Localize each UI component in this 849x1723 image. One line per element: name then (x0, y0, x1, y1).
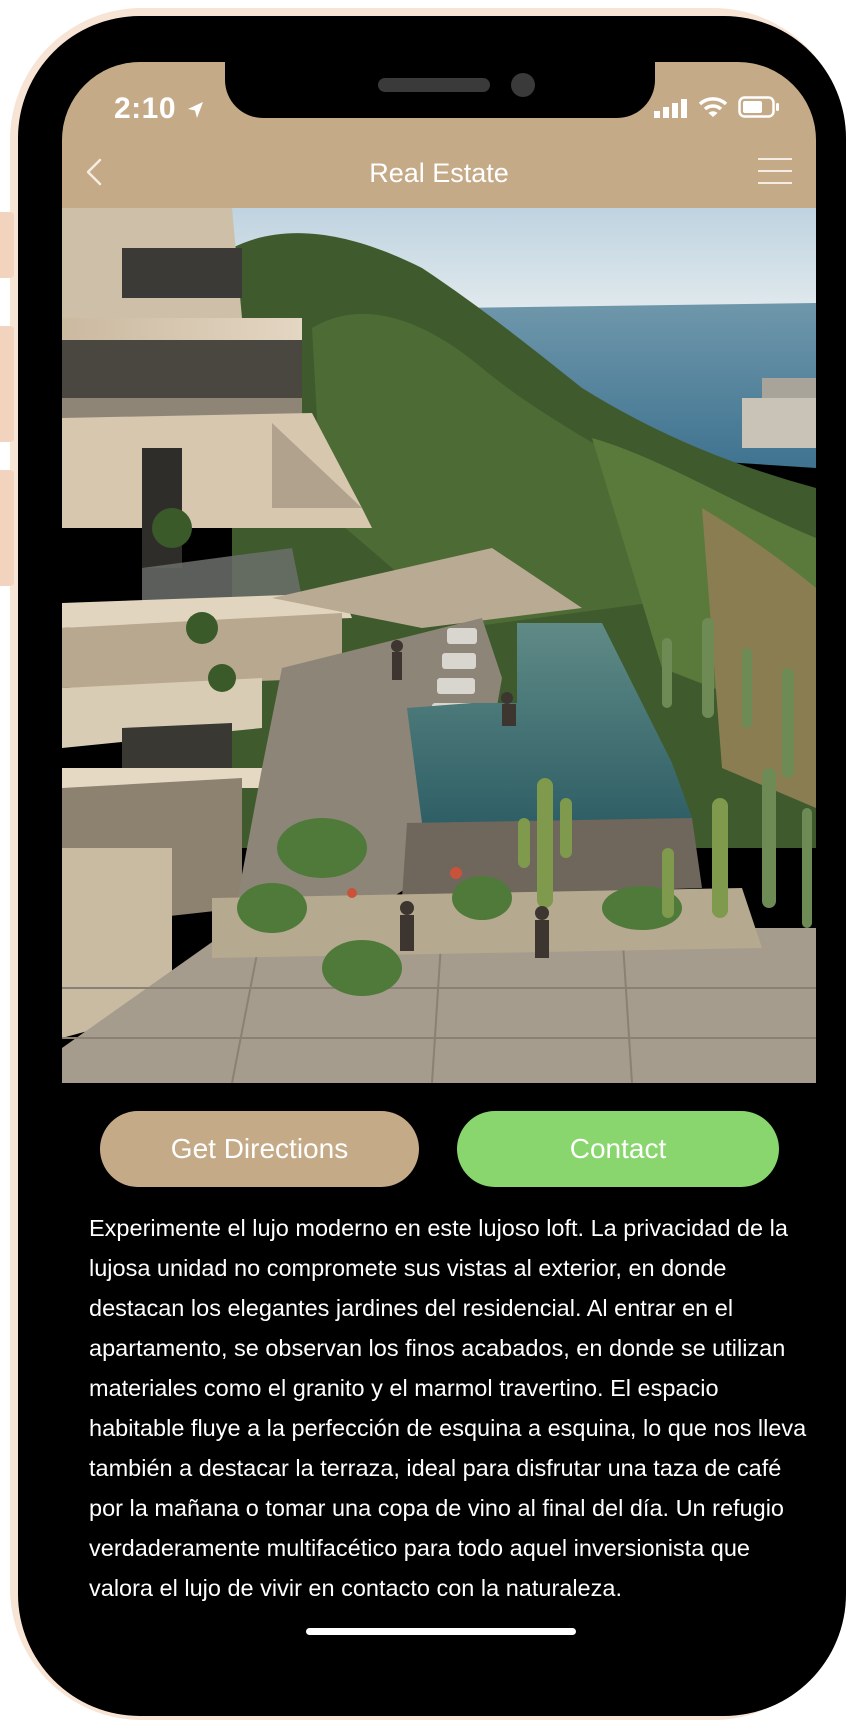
side-button-volume-up (0, 326, 14, 442)
contact-button[interactable]: Contact (457, 1111, 779, 1187)
side-button-mute (0, 212, 14, 278)
side-button-volume-down (0, 470, 14, 586)
battery-icon (738, 96, 779, 118)
status-time: 2:10 (114, 92, 205, 126)
header-bar: 2:10 Real Estate (62, 62, 816, 208)
camera-notch (225, 62, 655, 118)
signal-icon (654, 99, 687, 118)
front-camera (511, 73, 535, 97)
app-screen: 2:10 Real Estate Get Directions Contact … (62, 62, 816, 1677)
hamburger-menu-icon[interactable] (758, 158, 792, 184)
wifi-icon (698, 97, 728, 117)
location-arrow-icon (187, 102, 203, 118)
property-description: Experimente el lujo moderno en este lujo… (89, 1215, 807, 1601)
page-title: Real Estate (369, 158, 509, 188)
action-buttons: Get Directions Contact (62, 1111, 816, 1191)
status-icons (654, 96, 780, 118)
home-indicator[interactable] (306, 1628, 576, 1635)
speaker-grille (378, 78, 490, 92)
property-photo (62, 208, 816, 1083)
get-directions-button[interactable]: Get Directions (100, 1111, 419, 1187)
